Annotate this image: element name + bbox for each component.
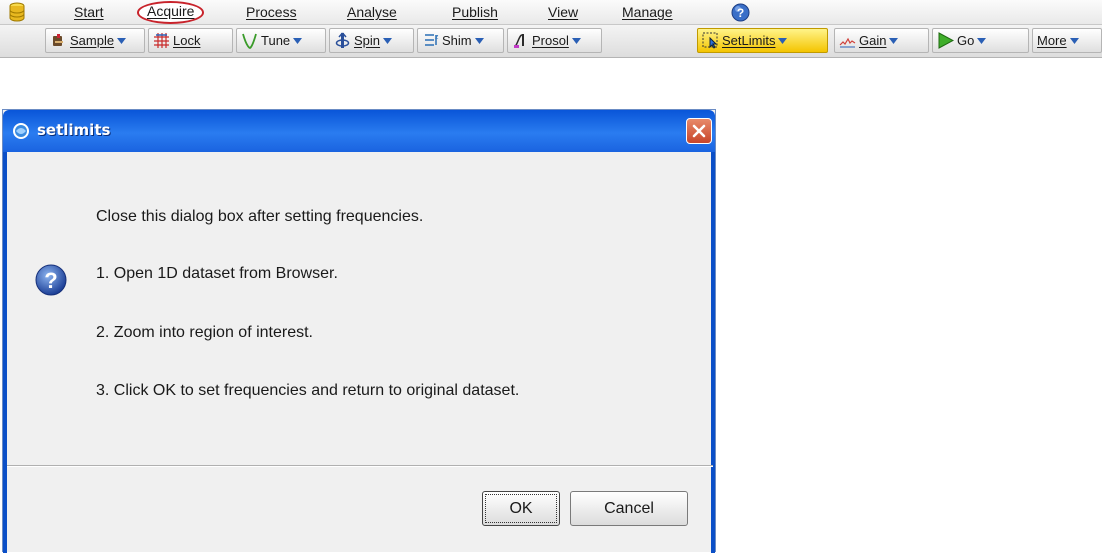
ok-button[interactable]: OK <box>482 491 560 526</box>
dialog-right-border <box>711 152 715 553</box>
tune-button[interactable]: Tune <box>236 28 326 53</box>
database-icon[interactable] <box>8 2 26 22</box>
go-label: Go <box>957 33 975 48</box>
more-label: More <box>1037 33 1067 48</box>
toolbar: Sample Lock Tune Spin z Shim Prosol SetL… <box>0 24 1102 58</box>
shim-icon: z <box>425 34 439 46</box>
chevron-down-icon <box>474 37 484 44</box>
chevron-down-icon <box>293 37 303 44</box>
dialog-left-border <box>3 152 7 553</box>
setlimits-button[interactable]: SetLimits <box>697 28 828 53</box>
prosol-button[interactable]: Prosol <box>507 28 602 53</box>
gain-icon <box>839 37 856 48</box>
lock-label: Lock <box>173 33 201 48</box>
tune-label: Tune <box>261 33 291 48</box>
spin-icon <box>335 32 350 48</box>
svg-text:?: ? <box>44 268 57 293</box>
shim-label: Shim <box>442 33 472 48</box>
setlimits-label: SetLimits <box>722 33 776 48</box>
spin-button[interactable]: Spin <box>329 28 414 53</box>
shim-button[interactable]: z Shim <box>417 28 504 53</box>
more-button[interactable]: More <box>1032 28 1102 53</box>
lock-icon <box>154 33 169 48</box>
chevron-down-icon <box>571 37 581 44</box>
setlimits-dialog: setlimits ? Close this dialog box after … <box>2 109 716 553</box>
gain-label: Gain <box>859 33 887 48</box>
tune-icon <box>242 33 257 49</box>
dialog-message-line: 3. Click OK to set frequencies and retur… <box>96 382 520 399</box>
menu-acquire[interactable]: Acquire <box>137 1 205 24</box>
dialog-titlebar[interactable]: setlimits <box>3 110 715 152</box>
menu-view[interactable]: View <box>548 3 578 22</box>
dialog-title: setlimits <box>37 121 111 139</box>
dialog-message-line: 1. Open 1D dataset from Browser. <box>96 265 338 282</box>
question-icon: ? <box>35 264 67 296</box>
dialog-message-line: 2. Zoom into region of interest. <box>96 324 313 341</box>
menu-bar: Start Acquire Process Analyse Publish Vi… <box>0 0 1102 24</box>
go-icon <box>938 32 954 49</box>
chevron-down-icon <box>383 37 393 44</box>
chevron-down-icon <box>889 37 899 44</box>
svg-text:?: ? <box>737 6 744 20</box>
menu-manage[interactable]: Manage <box>622 3 673 22</box>
dialog-separator <box>7 465 713 467</box>
spin-label: Spin <box>354 33 381 48</box>
lock-button[interactable]: Lock <box>148 28 233 53</box>
prosol-label: Prosol <box>532 33 569 48</box>
sample-button[interactable]: Sample <box>45 28 145 53</box>
svg-text:z: z <box>435 34 439 41</box>
close-icon <box>692 124 706 138</box>
sample-icon <box>53 34 63 46</box>
menu-process[interactable]: Process <box>246 3 297 22</box>
menu-publish[interactable]: Publish <box>452 3 498 22</box>
app-icon <box>13 123 29 139</box>
go-button[interactable]: Go <box>932 28 1029 53</box>
menu-start[interactable]: Start <box>74 3 104 22</box>
cancel-button[interactable]: Cancel <box>570 491 688 526</box>
menu-analyse[interactable]: Analyse <box>347 3 397 22</box>
chevron-down-icon <box>1069 37 1079 44</box>
sample-label: Sample <box>70 33 115 48</box>
chevron-down-icon <box>977 37 987 44</box>
gain-button[interactable]: Gain <box>834 28 929 53</box>
chevron-down-icon <box>117 37 127 44</box>
setlimits-icon <box>702 32 718 49</box>
dialog-message-line: Close this dialog box after setting freq… <box>96 208 424 225</box>
close-button[interactable] <box>686 118 712 144</box>
chevron-down-icon <box>778 37 788 44</box>
help-icon[interactable]: ? <box>731 3 750 22</box>
prosol-icon <box>513 34 524 48</box>
